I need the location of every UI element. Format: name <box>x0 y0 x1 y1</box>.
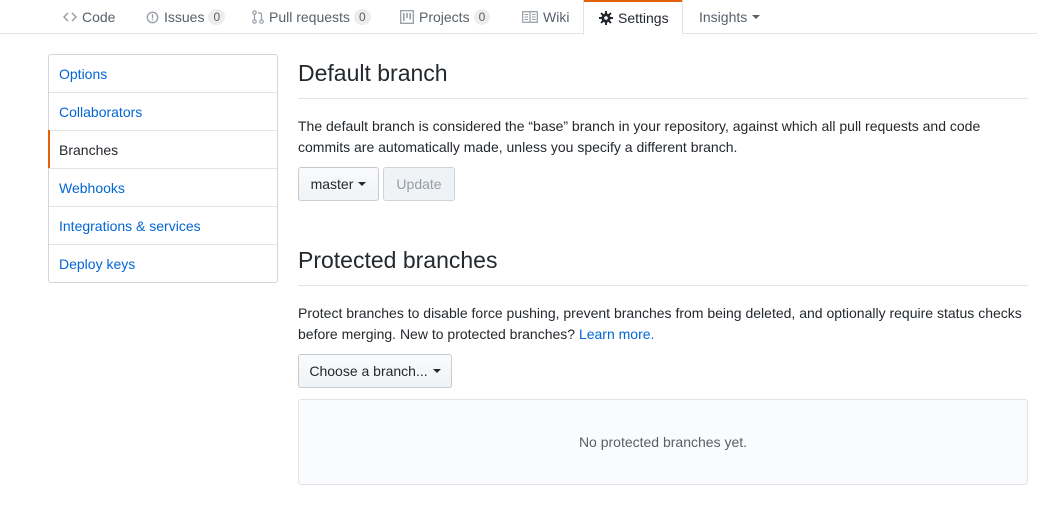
tab-settings[interactable]: Settings <box>583 0 683 35</box>
menu-item-collaborators[interactable]: Collaborators <box>49 93 277 131</box>
gear-icon <box>599 11 613 25</box>
tab-code-label: Code <box>82 9 116 25</box>
menu-item-options[interactable]: Options <box>49 55 277 93</box>
tab-issues[interactable]: Issues 0 <box>146 0 226 34</box>
menu-item-label: Deploy keys <box>59 255 136 272</box>
menu-item-integrations-services[interactable]: Integrations & services <box>49 207 277 245</box>
tab-pull-requests[interactable]: Pull requests 0 <box>252 0 371 34</box>
repo-nav-tabs: Code Issues 0 Pull requests 0 Projects 0… <box>0 0 1037 35</box>
menu-item-deploy-keys[interactable]: Deploy keys <box>49 245 277 282</box>
tab-pull-requests-label: Pull requests <box>269 9 350 25</box>
tab-code[interactable]: Code <box>63 0 115 34</box>
menu-item-label: Webhooks <box>59 179 125 196</box>
menu-item-label: Branches <box>59 141 119 158</box>
learn-more-link[interactable]: Learn more. <box>579 326 654 342</box>
default-branch-subhead: Default branch <box>298 60 1028 99</box>
tab-insights-label: Insights <box>699 9 748 25</box>
caret-down-icon <box>752 15 761 19</box>
update-button-label: Update <box>396 176 442 192</box>
projects-count-badge: 0 <box>473 9 491 25</box>
book-icon <box>522 11 538 23</box>
choose-branch-label: Choose a branch... <box>309 363 428 379</box>
tab-settings-label: Settings <box>618 10 669 26</box>
settings-side-menu: Options Collaborators Branches Webhooks … <box>48 54 278 283</box>
protected-branches-description-text: Protect branches to disable force pushin… <box>298 305 1022 342</box>
menu-item-label: Collaborators <box>59 103 143 120</box>
menu-item-label: Integrations & services <box>59 217 201 234</box>
menu-item-branches[interactable]: Branches <box>48 130 277 169</box>
choose-branch-button[interactable]: Choose a branch... <box>298 354 452 388</box>
caret-down-icon <box>432 369 441 373</box>
pull-requests-count-badge: 0 <box>353 9 371 25</box>
tab-projects-label: Projects <box>419 9 470 25</box>
protected-branches-subhead: Protected branches <box>298 247 1028 286</box>
tab-issues-label: Issues <box>164 9 205 25</box>
branch-select-button[interactable]: master <box>298 167 379 201</box>
issue-icon <box>146 11 159 24</box>
protected-branches-description: Protect branches to disable force pushin… <box>298 303 1028 345</box>
default-branch-heading: Default branch <box>298 60 448 86</box>
caret-down-icon <box>358 182 367 186</box>
empty-state-message: No protected branches yet. <box>578 434 748 450</box>
branch-select-label: master <box>310 176 354 192</box>
menu-item-webhooks[interactable]: Webhooks <box>49 169 277 207</box>
update-button[interactable]: Update <box>383 167 455 201</box>
tab-wiki-label: Wiki <box>543 9 570 25</box>
code-icon <box>63 11 77 23</box>
pull-request-icon <box>252 10 264 24</box>
tab-projects[interactable]: Projects 0 <box>400 0 491 34</box>
default-branch-description: The default branch is considered the “ba… <box>298 118 981 155</box>
tab-insights[interactable]: Insights <box>699 0 761 34</box>
issues-count-badge: 0 <box>208 9 226 25</box>
project-icon <box>400 10 414 24</box>
protected-branches-heading: Protected branches <box>298 247 498 273</box>
menu-item-label: Options <box>59 65 108 82</box>
empty-protected-branches-box: No protected branches yet. <box>298 399 1028 485</box>
tab-wiki[interactable]: Wiki <box>522 0 569 34</box>
